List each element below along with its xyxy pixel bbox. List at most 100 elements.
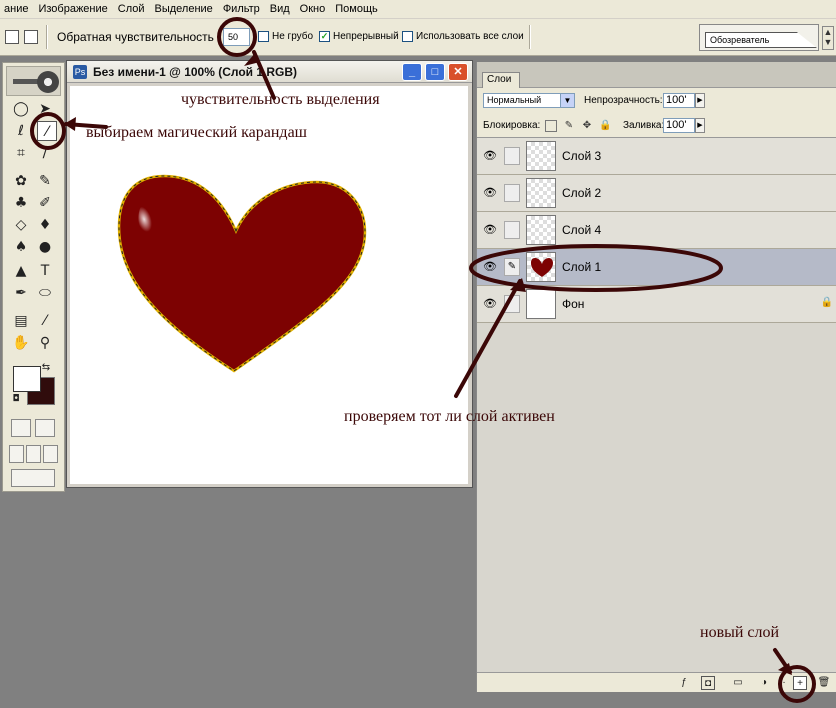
quick-mask-button[interactable] [35,419,55,437]
minimize-button[interactable]: _ [402,63,422,81]
layer-row[interactable]: 👁 Слой 3 [477,138,836,175]
layer-thumbnail [526,215,556,245]
layer-thumbnail [526,289,556,319]
menu-item-image[interactable]: Изображение [34,3,113,15]
menu-item-select[interactable]: Выделение [151,3,219,15]
zoom-tool-icon[interactable]: ⚲ [35,333,55,353]
layer-style-icon[interactable]: ƒ [677,676,691,690]
eye-visibility-icon[interactable]: 👁 [481,257,499,277]
tab-layers[interactable]: Слои [482,72,520,88]
fill-slider-arrow-icon[interactable]: ▶ [695,118,705,133]
layer-link-box[interactable] [504,147,520,165]
brush-tool-icon[interactable]: ✎ [35,171,55,191]
marquee-tool-icon[interactable]: ◯ [11,99,31,119]
history-brush-icon[interactable]: ✐ [35,193,55,213]
selection-mode-new-icon[interactable] [5,30,19,44]
dodge-tool-icon[interactable]: ● [35,237,55,257]
lock-transparency-icon[interactable] [545,120,557,132]
eye-visibility-icon[interactable]: 👁 [481,220,499,240]
paint-bucket-icon[interactable]: ♦ [35,215,55,235]
close-button[interactable]: ✕ [448,63,468,81]
menu-item-layer[interactable]: Слой [114,3,151,15]
layer-name: Слой 4 [562,223,602,237]
menu-item-filter[interactable]: Фильтр [219,3,266,15]
contiguous-checkbox[interactable]: ✓ [319,31,330,42]
toolbox-header-logo[interactable] [6,66,61,96]
opacity-slider-arrow-icon[interactable]: ▶ [695,93,705,108]
layer-row-active[interactable]: 👁 ✎ Слой 1 [477,249,836,286]
annotation-tolerance: чувствительность выделения [181,91,380,108]
opacity-input[interactable]: 100' [663,93,695,108]
layer-row[interactable]: 👁 Фон 🔒 [477,286,836,323]
lock-position-move-icon[interactable]: ✥ [581,120,593,132]
layer-link-box[interactable] [504,184,520,202]
add-mask-icon[interactable]: ◘ [701,676,715,690]
layer-name: Фон [562,297,585,311]
screen-mode-menu-button[interactable] [26,445,41,463]
layer-link-box[interactable] [504,295,520,313]
eye-visibility-icon[interactable]: 👁 [481,183,499,203]
menu-item-view[interactable]: Вид [266,3,296,15]
crop-tool-icon[interactable]: ⌗ [11,143,31,163]
ellipse-tool-icon[interactable]: ⬭ [35,283,55,303]
layer-thumbnail [526,141,556,171]
path-selection-icon[interactable]: ▲ [11,261,31,281]
hand-tool-icon[interactable]: ✋ [11,333,31,353]
swap-colors-icon[interactable]: ⇆ [39,361,53,375]
all-layers-checkbox[interactable] [402,31,413,42]
maximize-button[interactable]: □ [425,63,445,81]
default-colors-icon[interactable]: ◘ [10,393,22,405]
trash-delete-icon[interactable]: 🗑 [817,676,831,690]
clone-stamp-icon[interactable]: ♣ [11,193,31,213]
options-bar: Обратная чувствительность 50 Не грубо ✓ … [0,19,836,56]
layer-thumbnail [526,178,556,208]
layer-row[interactable]: 👁 Слой 2 [477,175,836,212]
selection-mode-add-icon[interactable] [24,30,38,44]
fill-input[interactable]: 100' [663,118,695,133]
toolbar-separator [529,25,531,49]
logo-eye-icon [37,71,59,93]
notes-tool-icon[interactable]: ▤ [11,311,31,331]
anti-alias-checkbox[interactable] [258,31,269,42]
toolbar-separator [46,25,48,49]
screen-mode-standard-button[interactable] [9,445,24,463]
healing-brush-icon[interactable]: ✿ [11,171,31,191]
menu-item-edit[interactable]: ание [0,3,34,15]
menu-item-window[interactable]: Окно [296,3,332,15]
eye-visibility-icon[interactable]: 👁 [481,294,499,314]
eraser-tool-icon[interactable]: ◇ [11,215,31,235]
file-browser-tab[interactable]: Обозреватель [705,32,817,48]
new-layer-icon[interactable]: + [793,676,807,690]
lock-image-brush-icon[interactable]: ✎ [563,120,575,132]
lock-all-icon[interactable]: 🔒 [599,120,611,132]
menu-item-help[interactable]: Помощь [331,3,384,15]
document-title: Без имени-1 @ 100% (Слой 1,RGB) [93,65,298,79]
palette-well-arrows-icon[interactable]: ▲ ▼ [822,26,834,50]
slice-tool-icon[interactable]: ∕ [35,143,55,163]
layer-name: Слой 1 [562,260,602,274]
screen-mode-full-button[interactable] [43,445,58,463]
type-tool-icon[interactable]: T [35,261,55,281]
blend-mode-value: Нормальный [487,95,542,105]
adjustment-layer-icon[interactable]: ◑ [757,676,771,690]
layer-name: Слой 2 [562,186,602,200]
blend-mode-select[interactable]: Нормальный ▼ [483,93,575,108]
eyedropper-tool-icon[interactable]: ⁄ [35,311,55,331]
move-tool-icon[interactable]: ➤ [35,99,55,119]
brush-edit-icon[interactable]: ✎ [504,258,520,276]
blur-tool-icon[interactable]: ♠ [11,237,31,257]
layer-options-icon[interactable]: · [777,676,791,690]
tolerance-input[interactable]: 50 [223,28,250,46]
document-title-bar[interactable]: Ps Без имени-1 @ 100% (Слой 1,RGB) _ □ ✕ [67,61,472,83]
magic-wand-tool-icon[interactable]: ⁄ [37,121,57,141]
eye-visibility-icon[interactable]: 👁 [481,146,499,166]
layer-link-box[interactable] [504,221,520,239]
lasso-tool-icon[interactable]: ℓ [11,121,31,141]
jump-to-imageready-button[interactable] [11,469,55,487]
new-group-folder-icon[interactable]: ▭ [731,676,745,690]
layer-row[interactable]: 👁 Слой 4 [477,212,836,249]
pen-tool-icon[interactable]: ✒ [11,283,31,303]
standard-mode-button[interactable] [11,419,31,437]
foreground-color-swatch[interactable] [13,366,41,392]
logo-feather-icon [13,79,39,84]
